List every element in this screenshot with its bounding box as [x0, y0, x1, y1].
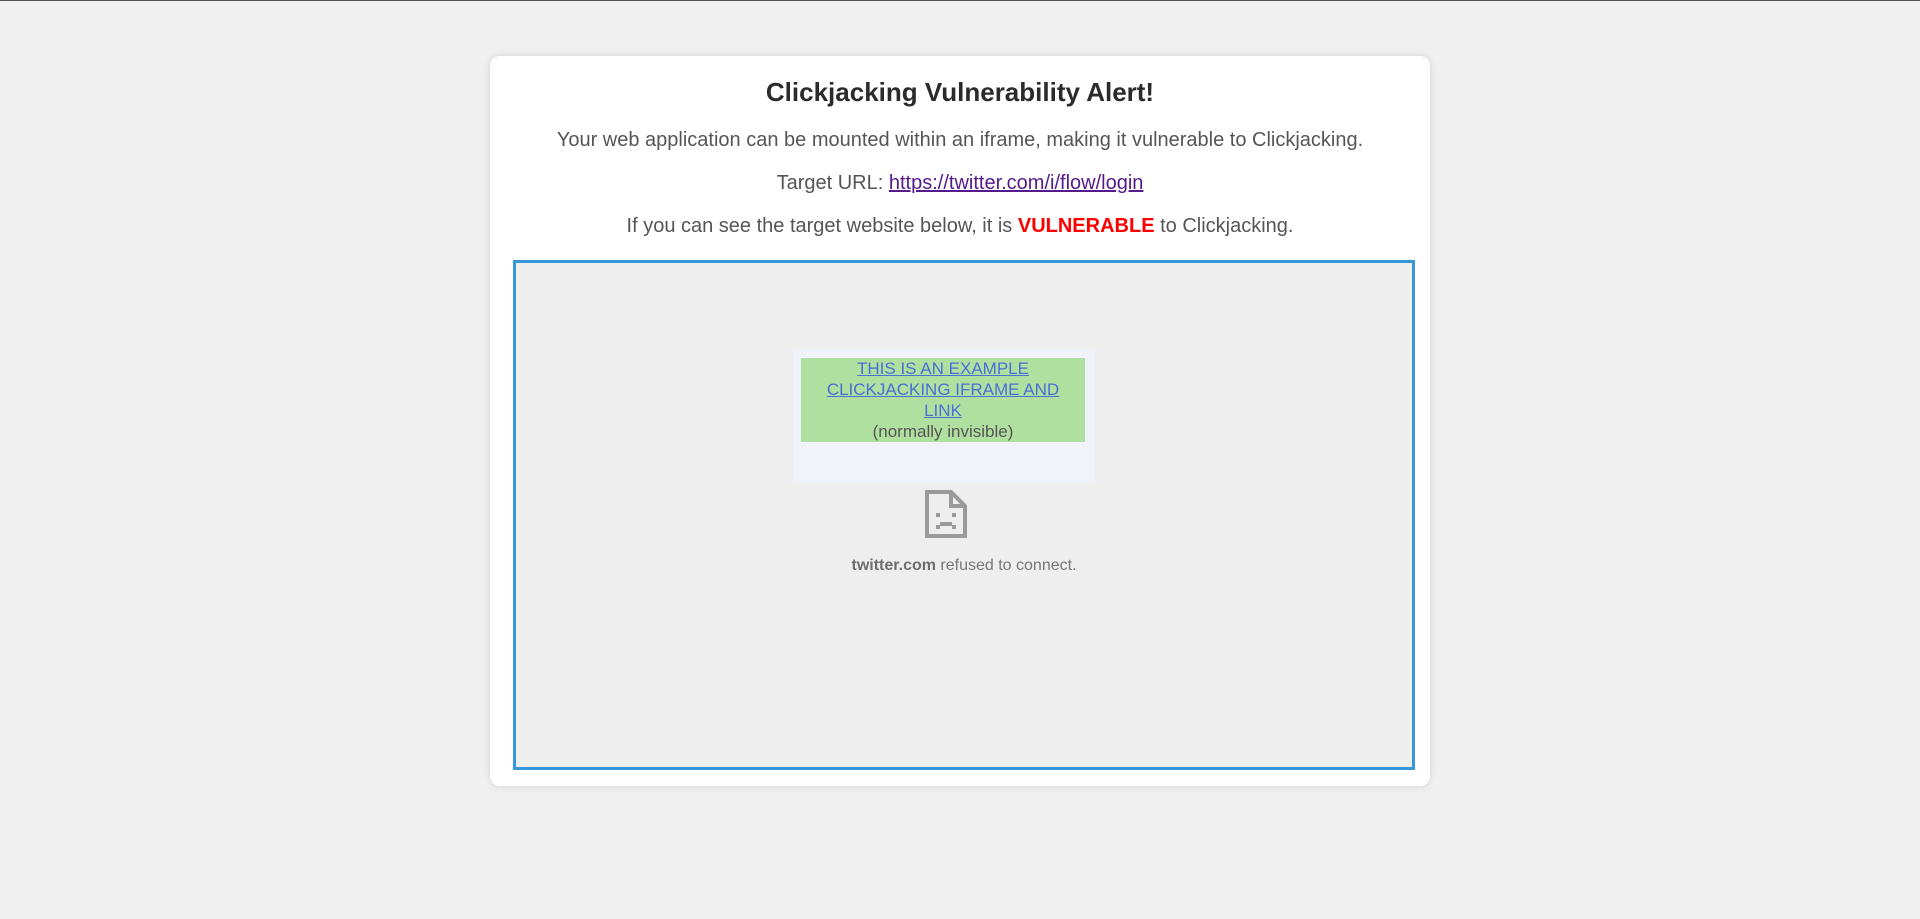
- alert-card: Clickjacking Vulnerability Alert! Your w…: [490, 56, 1430, 786]
- refused-host: twitter.com: [851, 557, 936, 574]
- target-url-label: Target URL:: [776, 172, 889, 194]
- target-url-link[interactable]: https://twitter.com/i/flow/login: [889, 172, 1144, 194]
- sad-document-icon: [925, 490, 967, 538]
- alert-description: Your web application can be mounted with…: [556, 129, 1364, 151]
- target-iframe[interactable]: THIS IS AN EXAMPLE CLICKJACKING IFRAME A…: [513, 260, 1415, 770]
- instruction-prefix: If you can see the target website below,…: [626, 215, 1018, 237]
- vulnerability-instruction: If you can see the target website below,…: [490, 215, 1430, 238]
- clickjacking-overlay-box: THIS IS AN EXAMPLE CLICKJACKING IFRAME A…: [801, 358, 1085, 442]
- clickjacking-example-link[interactable]: THIS IS AN EXAMPLE CLICKJACKING IFRAME A…: [801, 358, 1085, 421]
- overlay-note: (normally invisible): [872, 422, 1014, 441]
- page-title: Clickjacking Vulnerability Alert!: [765, 77, 1155, 107]
- clickjacking-overlay: THIS IS AN EXAMPLE CLICKJACKING IFRAME A…: [793, 350, 1095, 482]
- refused-text: refused to connect.: [935, 557, 1077, 574]
- top-border: [0, 0, 1920, 1]
- connection-refused-message: twitter.com refused to connect.: [516, 557, 1412, 575]
- vulnerable-label: VULNERABLE: [1017, 215, 1155, 237]
- instruction-suffix: to Clickjacking.: [1154, 215, 1294, 237]
- target-url-line: Target URL: https://twitter.com/i/flow/l…: [490, 172, 1430, 195]
